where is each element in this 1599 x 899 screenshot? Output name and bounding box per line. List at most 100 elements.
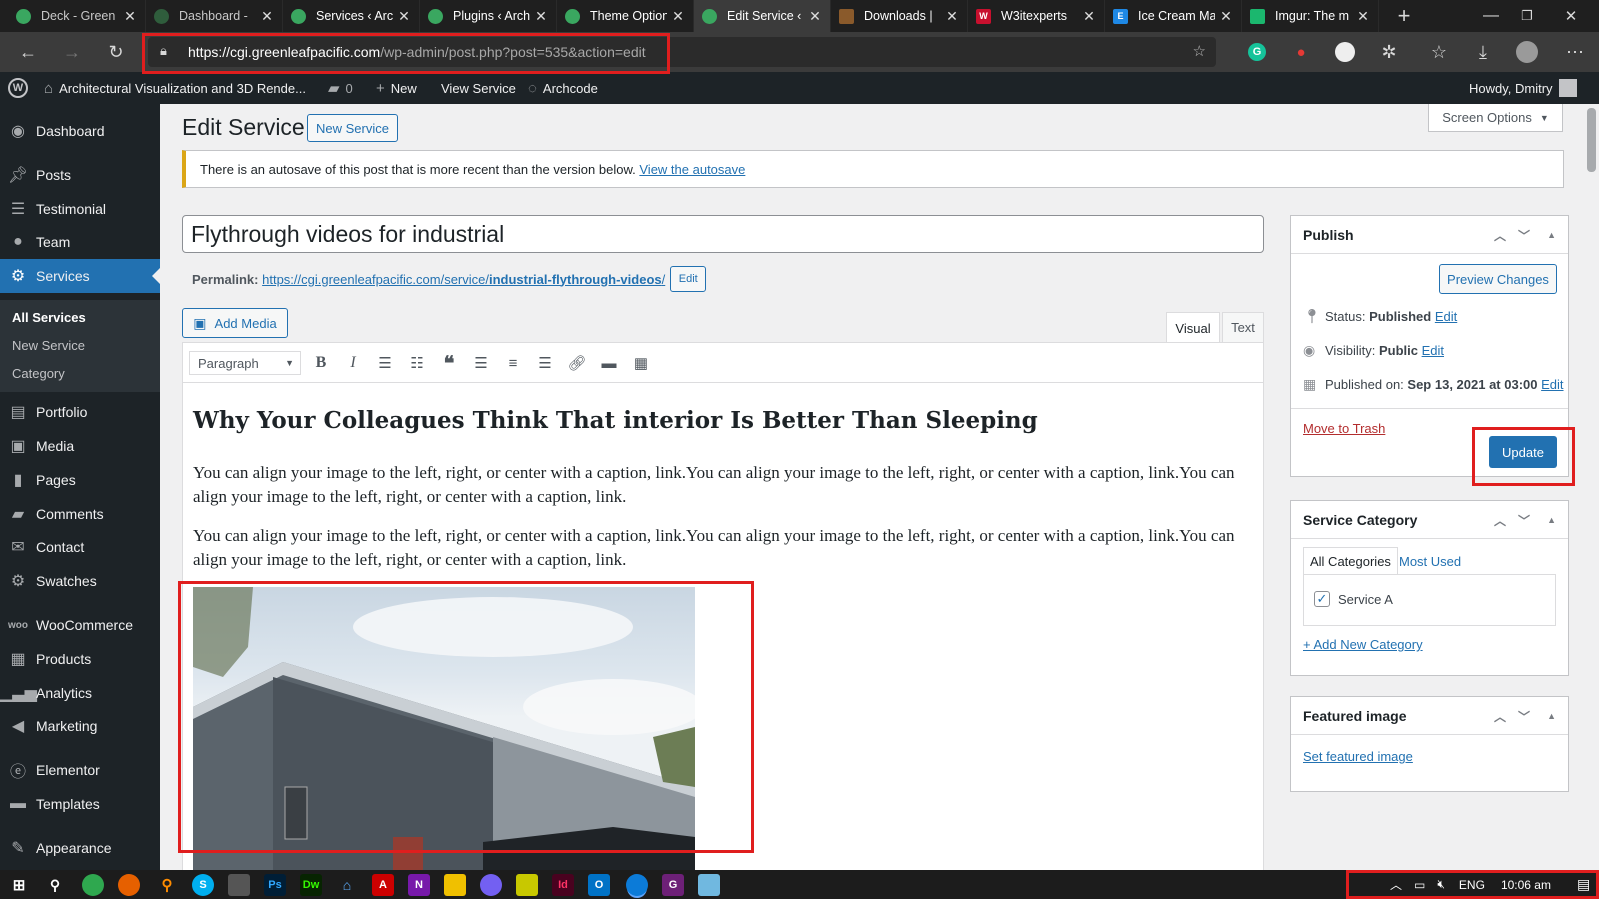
scrollbar-thumb[interactable] [1587,108,1596,172]
toolbar-toggle-icon[interactable]: ▦ [627,351,655,375]
forward-icon[interactable]: → [58,32,86,72]
close-tab-icon[interactable]: ✕ [260,8,274,25]
sidebar-item-media[interactable]: ▣ Media [0,429,160,463]
downloads-icon[interactable]: ⤓ [1470,32,1496,72]
edit-date-link[interactable]: Edit [1541,377,1563,392]
numbered-list-icon[interactable]: ☷ [403,351,431,375]
edit-status-link[interactable]: Edit [1435,309,1457,324]
post-title-input[interactable]: Flythrough videos for industrial [182,215,1264,253]
indesign-icon[interactable]: Id [552,874,574,896]
photoshop-icon[interactable]: Ps [264,874,286,896]
profile-avatar-icon[interactable] [1514,32,1540,72]
sidebar-item-dashboard[interactable]: ◉ Dashboard [0,114,160,148]
tab-text[interactable]: Text [1222,312,1264,342]
close-tab-icon[interactable]: ✕ [534,8,548,25]
move-up-icon[interactable]: ︿ [1494,697,1506,735]
extension-icon[interactable] [1332,32,1358,72]
extensions-puzzle-icon[interactable]: ✲ [1376,32,1402,72]
format-select[interactable]: Paragraph ▼ [189,351,301,375]
back-icon[interactable]: ← [14,32,42,72]
read-more-icon[interactable]: ▬ [595,351,623,375]
move-down-icon[interactable]: ﹀ [1518,697,1530,735]
restore-icon[interactable]: ❐ [1516,0,1538,36]
app-icon[interactable] [82,874,104,896]
category-item[interactable]: ✓ Service A [1314,591,1393,607]
viber-icon[interactable] [480,874,502,896]
close-tab-icon[interactable]: ✕ [397,8,411,25]
permalink-edit-button[interactable]: Edit [670,266,707,292]
bold-icon[interactable]: B [307,351,335,375]
reload-icon[interactable]: ↻ [102,32,130,72]
collapse-toggle-icon[interactable]: ▲ [1547,697,1556,735]
close-tab-icon[interactable]: ✕ [1219,8,1233,25]
italic-icon[interactable]: I [339,351,367,375]
tab-visual[interactable]: Visual [1166,312,1220,343]
link-icon[interactable]: 🔗︎ [563,351,591,375]
sidebar-item-pages[interactable]: ▮ Pages [0,463,160,497]
sidebar-item-comments[interactable]: ▰ Comments [0,497,160,531]
browser-tab[interactable]: Downloads | ✕ [831,0,968,32]
sidebar-item-team[interactable]: ● Team [0,225,160,259]
notes-icon[interactable] [516,874,538,896]
browser-tab[interactable]: W W3itexperts ✕ [968,0,1105,32]
sidebar-item-portfolio[interactable]: ▤ Portfolio [0,395,160,429]
permalink-link[interactable]: https://cgi.greenleafpacific.com/service… [262,272,665,287]
collapse-toggle-icon[interactable]: ▲ [1547,216,1556,254]
page-scrollbar[interactable] [1584,104,1599,870]
new-service-button[interactable]: New Service [307,114,398,142]
tab-most-used[interactable]: Most Used [1399,547,1461,575]
close-window-icon[interactable]: ✕ [1560,0,1582,36]
move-down-icon[interactable]: ﹀ [1518,216,1530,254]
sidebar-item-swatches[interactable]: ⚙ Swatches [0,564,160,598]
app-icon[interactable]: G [662,874,684,896]
windows-start-icon[interactable]: ⊞ [8,874,30,896]
favorite-star-icon[interactable]: ☆ [1193,42,1206,60]
close-tab-icon[interactable]: ✕ [808,8,822,25]
edge-icon[interactable] [626,874,648,896]
close-tab-icon[interactable]: ✕ [671,8,685,25]
move-down-icon[interactable]: ﹀ [1518,501,1530,539]
new-content-link[interactable]: + New [376,72,417,104]
sidebar-item-templates[interactable]: ▬ Templates [0,787,160,821]
submenu-category[interactable]: Category [12,366,65,381]
site-name-link[interactable]: ⌂ Architectural Visualization and 3D Rend… [44,72,306,104]
preview-changes-button[interactable]: Preview Changes [1439,264,1557,294]
outlook-icon[interactable]: O [588,874,610,896]
browser-tab[interactable]: Imgur: The m ✕ [1242,0,1379,32]
view-autosave-link[interactable]: View the autosave [639,162,745,177]
browser-tab[interactable]: Plugins ‹ Arch ✕ [420,0,557,32]
move-up-icon[interactable]: ︿ [1494,216,1506,254]
view-service-link[interactable]: View Service [441,72,516,104]
sidebar-item-posts[interactable]: 📌︎ Posts [0,158,160,192]
close-tab-icon[interactable]: ✕ [1082,8,1096,25]
sidebar-item-testimonial[interactable]: ☰ Testimonial [0,192,160,226]
sidebar-item-appearance[interactable]: ✎ Appearance [0,831,160,865]
browser-tab[interactable]: Deck - Green ✕ [8,0,146,32]
bullet-list-icon[interactable]: ☰ [371,351,399,375]
browser-tab[interactable]: Theme Option ✕ [557,0,694,32]
new-tab-plus-icon[interactable]: + [1392,0,1416,36]
sidebar-item-analytics[interactable]: ▁▃▅ Analytics [0,676,160,710]
align-right-icon[interactable]: ☰ [531,351,559,375]
more-menu-icon[interactable]: ⋯ [1562,32,1588,72]
sidebar-item-contact[interactable]: ✉ Contact [0,530,160,564]
browser-tab[interactable]: Dashboard - ✕ [146,0,283,32]
edit-visibility-link[interactable]: Edit [1422,343,1444,358]
file-explorer-icon[interactable] [444,874,466,896]
blockquote-icon[interactable]: ❝ [435,351,463,375]
grammarly-icon[interactable]: G [1244,32,1270,72]
app-icon[interactable] [698,874,720,896]
set-featured-image-link[interactable]: Set featured image [1303,749,1413,764]
screen-options-button[interactable]: Screen Options ▼ [1428,104,1563,132]
move-up-icon[interactable]: ︿ [1494,501,1506,539]
browser-tab[interactable]: Services ‹ Arc ✕ [283,0,420,32]
account-menu[interactable]: Howdy, Dmitry [1469,72,1577,104]
align-left-icon[interactable]: ☰ [467,351,495,375]
collapse-toggle-icon[interactable]: ▲ [1547,501,1556,539]
browser-tab[interactable]: E Ice Cream Ma ✕ [1105,0,1242,32]
align-center-icon[interactable]: ≡ [499,351,527,375]
acrobat-icon[interactable]: A [372,874,394,896]
favorites-icon[interactable]: ☆ [1426,32,1452,72]
sidebar-item-products[interactable]: ▦ Products [0,642,160,676]
add-new-category-link[interactable]: + Add New Category [1303,637,1423,652]
